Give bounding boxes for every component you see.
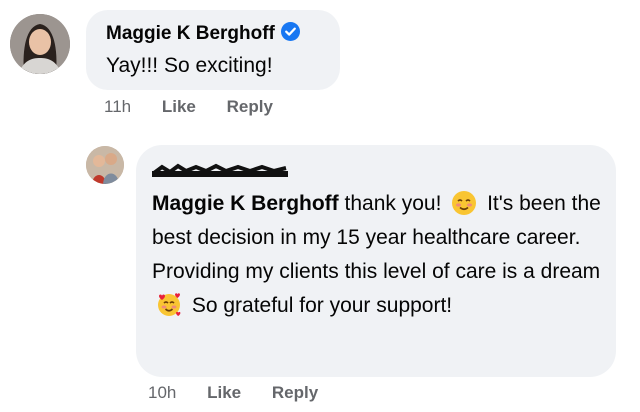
redacted-author-name	[152, 159, 288, 179]
like-button[interactable]: Like	[207, 383, 241, 402]
reply-text-part: thank you!	[338, 192, 448, 215]
comment-bubble: Maggie K Berghoff Yay!!! So exciting!	[86, 10, 340, 90]
mention-tag[interactable]: Maggie K Berghoff	[152, 192, 339, 215]
comment-author[interactable]: Maggie K Berghoff	[106, 22, 300, 47]
verified-badge-icon	[280, 22, 300, 47]
comment-author-name[interactable]: Maggie K Berghoff	[106, 23, 275, 44]
reply-text-part: So grateful for your support!	[186, 294, 453, 317]
comment-timestamp[interactable]: 11h	[104, 97, 131, 116]
reply-bubble: Maggie K Berghoff thank you! It's been t…	[136, 145, 616, 377]
reply-timestamp[interactable]: 10h	[148, 383, 176, 402]
reply-button[interactable]: Reply	[272, 383, 318, 402]
reply-button[interactable]: Reply	[227, 97, 273, 116]
like-button[interactable]: Like	[162, 97, 196, 116]
smiling-face-with-hearts-icon	[156, 292, 182, 318]
replier-avatar[interactable]	[86, 146, 124, 184]
comment-actions: 11h Like Reply	[104, 97, 299, 117]
commenter-avatar[interactable]	[10, 14, 70, 74]
reply-actions: 10h Like Reply	[148, 383, 344, 403]
smiling-face-with-blush-icon	[451, 190, 477, 216]
comment-text: Yay!!! So exciting!	[106, 54, 273, 77]
reply-text: Maggie K Berghoff thank you! It's been t…	[152, 187, 607, 323]
